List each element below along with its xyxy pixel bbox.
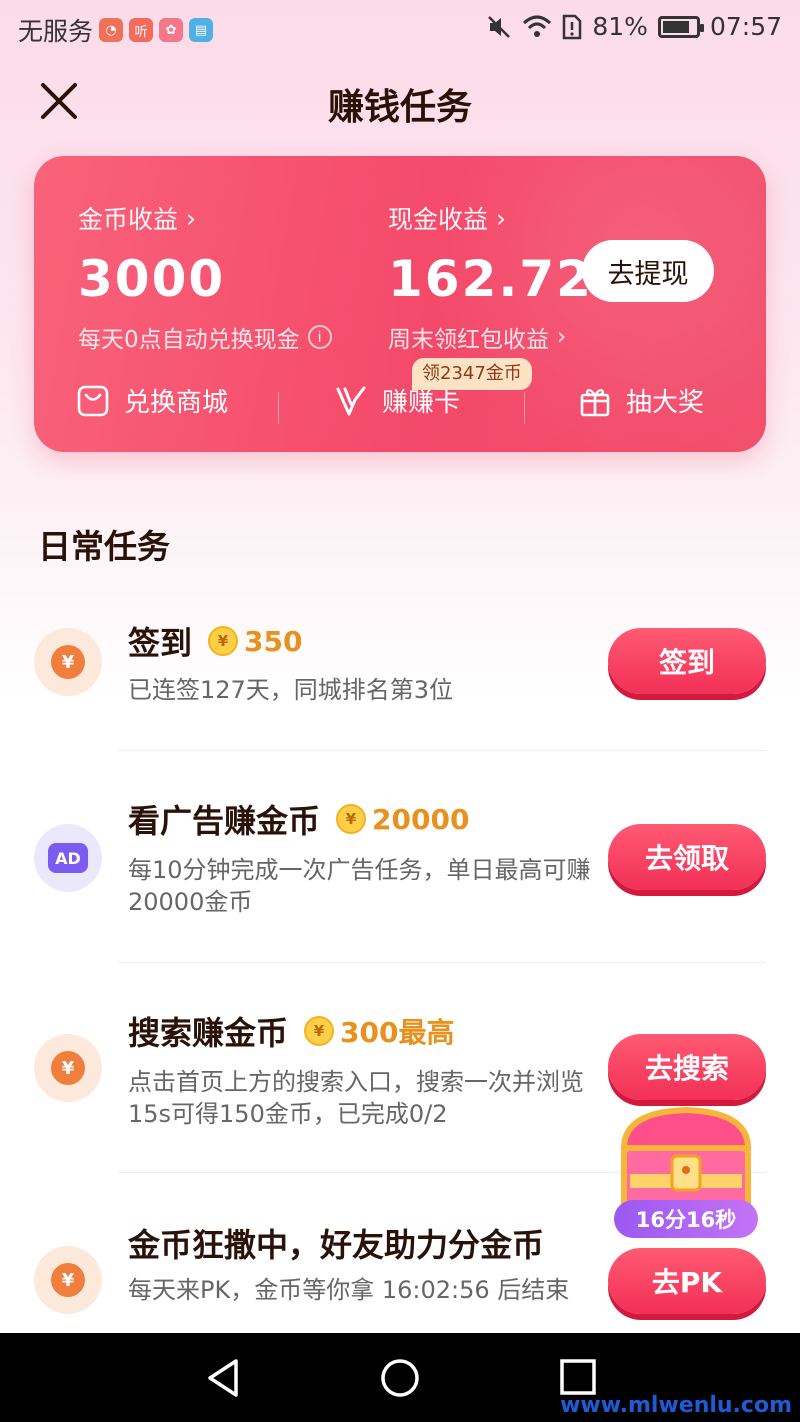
yuan-coin-icon: ¥ [34,1246,102,1314]
weibo-icon: ◔ [99,18,124,42]
task-desc: 每天来PK，金币等你拿 16:02:56 后结束 [128,1276,570,1304]
divider [118,962,766,963]
chevron-right-icon: › [557,324,567,350]
cash-earnings-label: 现金收益 [388,205,489,234]
task-desc: 点击首页上方的搜索入口，搜索一次并浏览15s可得150金币，已完成0/2 [128,1068,584,1128]
cash-earnings-link[interactable]: 现金收益 › [388,200,593,236]
coin-earnings-value: 3000 [78,250,226,308]
task-desc: 已连签127天，同城排名第3位 [128,676,454,704]
coin-badge: 领2347金币 [412,358,532,390]
checkin-button[interactable]: 签到 [608,628,766,694]
cash-earnings-value: 162.72 [388,250,593,308]
navigation-bar: www.mlwenlu.com [0,1333,800,1422]
section-title: 日常任务 [38,527,170,566]
coin-earnings-label: 金币收益 [78,205,179,234]
chest-timer: 16分16秒 [614,1200,758,1238]
task-title: 签到 ¥ 350 [128,618,302,664]
clock: 07:57 [709,12,782,41]
task-title: 搜索赚金币 ¥ 300最高 [128,1008,454,1054]
lottery-link[interactable]: 抽大奖 [578,382,704,419]
task-title: 金币狂撒中，好友助力分金币 [128,1220,544,1266]
task-item-ads: AD 看广告赚金币 ¥ 20000 每10分钟完成一次广告任务，单日最高可赚20… [0,780,800,960]
status-bar: 无服务 ◔ 听 ✿ ▤ 81% 07:57 [0,0,800,56]
task-reward: ¥ 350 [208,625,302,658]
task-title-text: 签到 [128,624,193,662]
battery-percent: 81% [592,12,648,41]
coin-earnings: 金币收益 › 3000 每天0点自动兑换现金 i [78,200,332,354]
divider [118,750,766,751]
withdraw-button[interactable]: 去提现 [582,240,714,302]
shopping-bag-icon [77,385,109,416]
task-desc: 每10分钟完成一次广告任务，单日最高可赚20000金币 [128,856,591,916]
wifi-icon [523,15,552,37]
watermark: www.mlwenlu.com [560,1393,792,1418]
pk-button[interactable]: 去PK [608,1248,766,1314]
task-title: 看广告赚金币 ¥ 20000 [128,796,469,842]
coin-earnings-note: 每天0点自动兑换现金 i [78,320,332,354]
task-item-checkin: ¥ 签到 ¥ 350 已连签127天，同城排名第3位 签到 [0,600,800,750]
cash-earnings: 现金收益 › 162.72 周末领红包收益 › [388,200,593,354]
v-logo-icon [336,386,366,415]
battery-icon [657,15,704,38]
task-reward: ¥ 20000 [336,803,469,836]
home-icon[interactable] [376,1355,424,1401]
task-reward-value: 300最高 [340,1016,455,1049]
sim-alert-icon [563,14,582,39]
book-icon: ▤ [189,18,214,42]
exchange-mall-label: 兑换商城 [124,388,229,418]
listen-icon: 听 [129,18,154,42]
cash-note-text: 周末领红包收益 [388,327,549,353]
task-title-text: 金币狂撒中，好友助力分金币 [128,1226,545,1264]
task-title-text: 看广告赚金币 [128,802,321,840]
yuan-coin-icon: ¥ [34,1034,102,1102]
task-reward: ¥ 300最高 [304,1011,454,1051]
claim-button[interactable]: 去领取 [608,824,766,890]
task-reward-value: 350 [244,624,303,658]
huawei-icon: ✿ [159,18,184,42]
status-left: 无服务 ◔ 听 ✿ ▤ [18,12,214,48]
info-icon[interactable]: i [307,325,332,349]
carrier-text: 无服务 [18,17,94,46]
battery-level [662,20,689,33]
coin-icon: ¥ [336,804,367,834]
cash-note-link[interactable]: 周末领红包收益 › [388,320,593,354]
mute-icon [488,15,511,38]
task-reward-value: 20000 [372,802,470,836]
search-button[interactable]: 去搜索 [608,1034,766,1100]
ad-icon: AD [34,824,102,892]
earnings-card: 金币收益 › 3000 每天0点自动兑换现金 i 现金收益 › 162.72 周… [34,156,766,452]
status-right: 81% 07:57 [486,12,782,41]
task-title-text: 搜索赚金币 [128,1014,289,1052]
chevron-right-icon: › [496,203,507,233]
gift-icon [580,388,610,416]
coin-earnings-link[interactable]: 金币收益 › [78,200,332,236]
coin-note-text: 每天0点自动兑换现金 [78,327,300,353]
chevron-right-icon: › [186,203,197,233]
lottery-label: 抽大奖 [626,388,705,418]
coin-icon: ¥ [304,1016,335,1046]
yuan-coin-icon: ¥ [34,628,102,696]
exchange-mall-link[interactable]: 兑换商城 [76,382,228,419]
divider [278,392,279,424]
page-title: 赚钱任务 [327,87,472,128]
back-icon[interactable] [200,1355,248,1401]
divider [524,392,525,424]
card-links: 兑换商城 赚赚卡 抽大奖 [34,382,766,434]
coin-icon: ¥ [208,626,239,656]
